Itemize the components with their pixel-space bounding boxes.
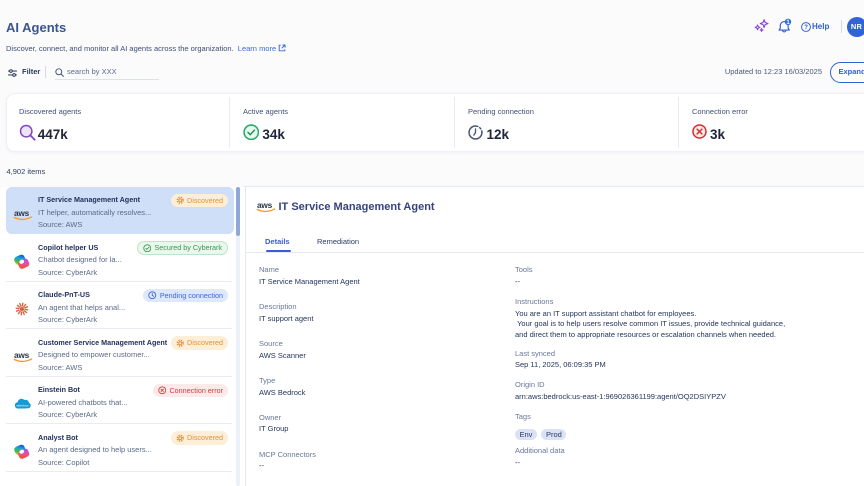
svg-text:aws: aws [14,350,30,360]
svg-text:aws: aws [257,200,273,210]
svg-text:?: ? [804,24,808,31]
svg-text:aws: aws [14,208,30,218]
svg-text:salesforce: salesforce [16,403,29,407]
